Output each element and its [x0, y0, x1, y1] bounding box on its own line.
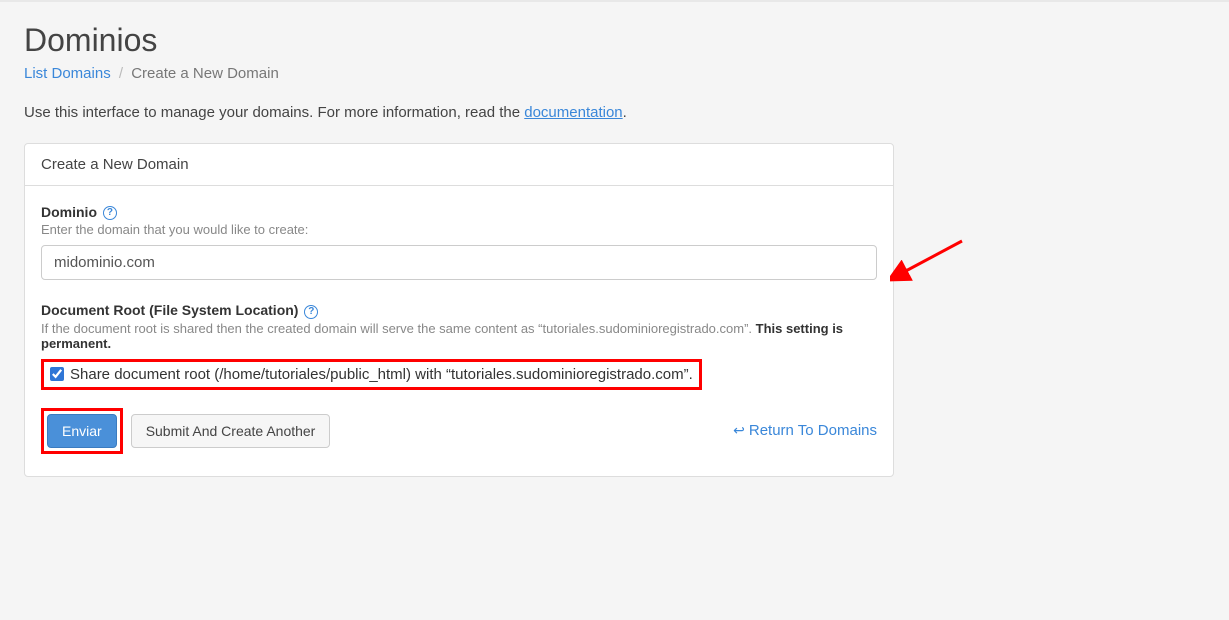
- domain-form-group: Dominio ? Enter the domain that you woul…: [41, 204, 877, 280]
- domain-label: Dominio ?: [41, 204, 877, 220]
- domain-label-text: Dominio: [41, 204, 97, 220]
- intro-prefix: Use this interface to manage your domain…: [24, 104, 524, 121]
- submit-highlight-box: Enviar: [41, 408, 123, 454]
- submit-button[interactable]: Enviar: [47, 414, 117, 448]
- panel-heading: Create a New Domain: [25, 144, 893, 186]
- domain-desc: Enter the domain that you would like to …: [41, 222, 877, 237]
- docroot-desc-prefix: If the document root is shared then the …: [41, 321, 756, 336]
- button-row: Enviar Submit And Create Another ↩ Retur…: [41, 408, 877, 454]
- breadcrumb-list-domains-link[interactable]: List Domains: [24, 65, 111, 82]
- docroot-desc: If the document root is shared then the …: [41, 321, 877, 351]
- docroot-form-group: Document Root (File System Location) ? I…: [41, 302, 877, 389]
- return-arrow-icon: ↩: [733, 422, 745, 439]
- documentation-link[interactable]: documentation: [524, 104, 622, 121]
- share-docroot-checkbox-row[interactable]: Share document root (/home/tutoriales/pu…: [50, 366, 693, 383]
- intro-text: Use this interface to manage your domain…: [24, 104, 1205, 121]
- share-docroot-label: Share document root (/home/tutoriales/pu…: [70, 366, 693, 383]
- help-icon[interactable]: ?: [304, 305, 318, 319]
- annotation-arrow-icon: [890, 235, 970, 285]
- breadcrumb-current: Create a New Domain: [131, 65, 279, 82]
- button-left-group: Enviar Submit And Create Another: [41, 408, 330, 454]
- intro-suffix: .: [623, 104, 627, 121]
- docroot-label-text: Document Root (File System Location): [41, 302, 298, 318]
- return-link-text: Return To Domains: [749, 422, 877, 439]
- breadcrumb-separator: /: [119, 65, 123, 82]
- return-to-domains-link[interactable]: ↩ Return To Domains: [733, 422, 877, 439]
- domain-input[interactable]: [41, 245, 877, 280]
- share-docroot-checkbox[interactable]: [50, 367, 64, 381]
- breadcrumb: List Domains / Create a New Domain: [24, 65, 1205, 82]
- create-domain-panel: Create a New Domain Dominio ? Enter the …: [24, 143, 894, 477]
- help-icon[interactable]: ?: [103, 206, 117, 220]
- submit-create-another-button[interactable]: Submit And Create Another: [131, 414, 331, 448]
- page-title: Dominios: [24, 22, 1205, 59]
- docroot-label: Document Root (File System Location) ?: [41, 302, 877, 318]
